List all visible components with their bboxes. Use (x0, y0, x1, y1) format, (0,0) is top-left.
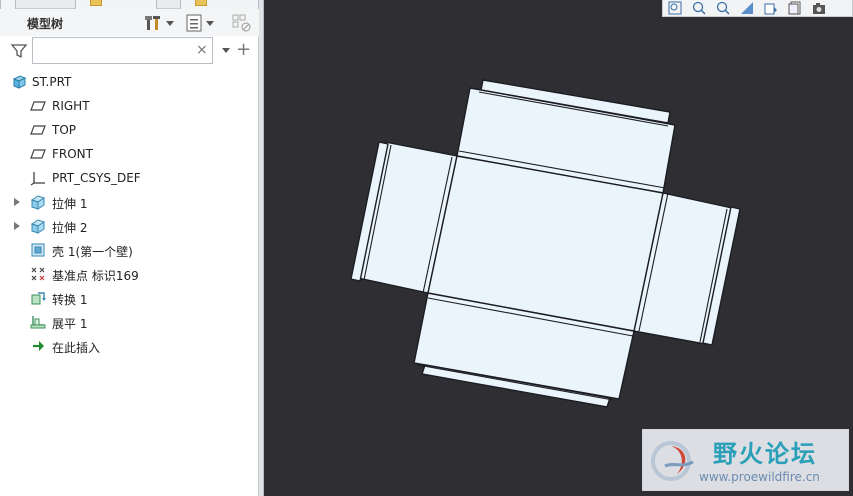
zoom-in-button[interactable] (691, 1, 707, 15)
tree-item-label: 拉伸 1 (52, 197, 88, 211)
graphics-viewport[interactable] (264, 0, 853, 496)
extrude-icon (30, 195, 46, 210)
folder-icon (90, 0, 102, 6)
part-icon (12, 75, 27, 89)
tree-item-label: ST.PRT (32, 75, 72, 89)
tree-item-front[interactable]: FRONT (0, 142, 259, 166)
panel-title: 模型树 (27, 17, 64, 31)
filter-icon[interactable] (10, 42, 28, 60)
model-tree-panel: 模型树 × + ST.PRT RIGHT TOP FRONT PRT_CSYS_… (0, 0, 259, 496)
datum-plane-icon (30, 125, 46, 135)
tree-item-label: 基准点 标识169 (52, 269, 139, 283)
tree-item-label: 在此插入 (52, 341, 101, 355)
saved-views-icon (788, 1, 801, 15)
tree-item-extrude-2[interactable]: 拉伸 2 (0, 214, 259, 238)
tree-item-st-prt[interactable]: ST.PRT (0, 70, 259, 94)
camera-icon (813, 3, 825, 14)
tree-item-label: FRONT (52, 147, 93, 161)
view-toolbar (662, 0, 853, 17)
tree-item-label: 壳 1(第一个壁) (52, 245, 133, 259)
zoom-fit-icon (668, 1, 682, 15)
display-style-icon (764, 3, 777, 15)
panel-tab-strip (0, 0, 259, 9)
tree-item-top[interactable]: TOP (0, 118, 259, 142)
grid-settings-icon (232, 14, 251, 32)
extrude-icon (30, 219, 46, 234)
datum-plane-icon (30, 149, 46, 159)
tree-item-right[interactable]: RIGHT (0, 94, 259, 118)
tree-settings-button[interactable] (144, 13, 174, 33)
tree-search-input[interactable] (32, 37, 213, 64)
tree-filter-row: × + (0, 36, 259, 66)
tree-item-label: 转换 1 (52, 293, 88, 307)
refit-button[interactable] (667, 1, 683, 15)
panel-tab-folder-1[interactable] (75, 0, 157, 9)
flat-pattern-model (350, 79, 741, 408)
tree-item-label: TOP (52, 123, 77, 137)
insert-here-icon (33, 341, 44, 351)
expand-arrow-icon[interactable] (14, 198, 20, 206)
zoom-out-button[interactable] (715, 1, 731, 15)
tree-filter-toggle-button[interactable] (232, 13, 252, 33)
chevron-down-icon (206, 20, 214, 26)
tree-item-datum-point[interactable]: 基准点 标识169 (0, 262, 259, 286)
forum-watermark: 野火论坛 www.proewildfire.cn (642, 429, 849, 491)
datum-plane-icon (30, 101, 46, 111)
tree-item-shell-1[interactable]: 壳 1(第一个壁) (0, 238, 259, 262)
folder-icon (195, 0, 207, 6)
watermark-brand: 野火论坛 (713, 440, 817, 468)
zoom-in-icon (692, 1, 706, 15)
camera-button[interactable] (811, 1, 827, 15)
tree-item-label: RIGHT (52, 99, 90, 113)
zoom-out-icon (716, 1, 730, 15)
tree-item-label: 展平 1 (52, 317, 88, 331)
tree-header: 模型树 (0, 9, 259, 36)
add-icon[interactable]: + (236, 39, 251, 60)
chevron-down-icon (166, 20, 174, 26)
tree-item-flatten-1[interactable]: 展平 1 (0, 310, 259, 334)
tree-item-label: PRT_CSYS_DEF (52, 171, 141, 185)
saved-views-button[interactable] (787, 1, 803, 15)
tree-item-extrude-1[interactable]: 拉伸 1 (0, 190, 259, 214)
tree-item-csys[interactable]: PRT_CSYS_DEF (0, 166, 259, 190)
panel-tab-left[interactable] (0, 0, 16, 9)
clear-icon[interactable]: × (196, 42, 208, 58)
repaint-icon (741, 2, 753, 14)
hammer-icon (145, 16, 160, 30)
tree-item-insert-here[interactable]: 在此插入 (0, 334, 259, 358)
panel-tab-folder-2[interactable] (180, 0, 259, 9)
repaint-button[interactable] (739, 1, 755, 15)
list-view-icon (186, 14, 202, 32)
expand-arrow-icon[interactable] (14, 222, 20, 230)
tree-item-convert-1[interactable]: 转换 1 (0, 286, 259, 310)
tree-item-label: 拉伸 2 (52, 221, 88, 235)
tree-display-button[interactable] (186, 13, 214, 33)
coordinate-system-icon (30, 172, 45, 186)
flatten-icon (30, 316, 46, 329)
shell-icon (31, 243, 45, 257)
datum-point-icon (31, 267, 45, 281)
display-style-button[interactable] (763, 1, 779, 15)
watermark-url: www.proewildfire.cn (699, 470, 820, 484)
chevron-down-icon[interactable] (222, 48, 230, 53)
convert-icon (31, 292, 46, 305)
